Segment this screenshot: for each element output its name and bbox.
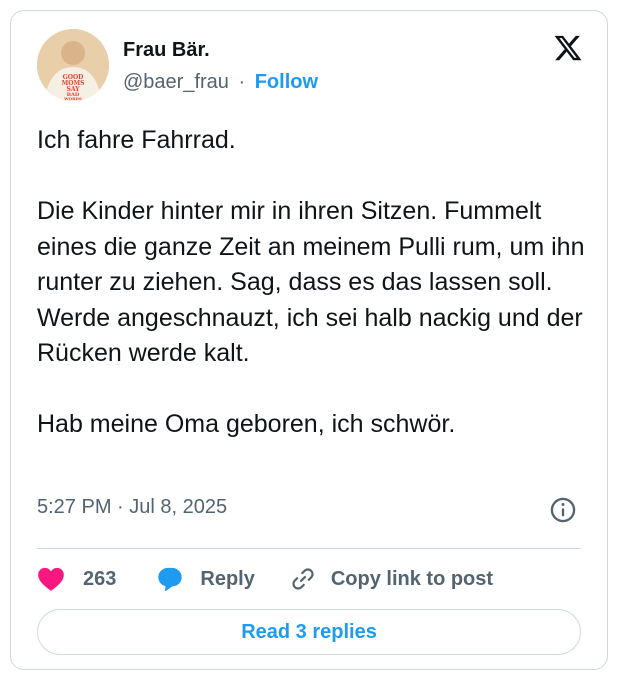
post-paragraph: Hab meine Oma geboren, ich schwör. [37, 410, 456, 438]
author-handle[interactable]: @baer_frau [123, 71, 229, 93]
post-paragraph: Ich fahre Fahrrad. [37, 126, 236, 154]
follow-button[interactable]: Follow [255, 71, 318, 93]
post-paragraph: Die Kinder hinter mir in ihren Sitzen. F… [37, 197, 585, 367]
like-button[interactable]: 263 [37, 566, 116, 592]
read-replies-button[interactable]: Read 3 replies [37, 609, 581, 655]
post-text: Ich fahre Fahrrad. Die Kinder hinter mir… [37, 123, 597, 443]
link-icon [292, 568, 314, 590]
reply-label: Reply [200, 567, 255, 590]
author-name[interactable]: Frau Bär. [123, 39, 210, 62]
info-icon[interactable] [549, 496, 577, 524]
divider [37, 548, 581, 549]
separator-dot: · [238, 71, 246, 93]
post-timestamp[interactable]: 5:27 PM · Jul 8, 2025 [37, 496, 227, 519]
like-count: 263 [83, 567, 117, 590]
reply-button[interactable]: Reply [156, 566, 255, 592]
x-logo-icon[interactable] [553, 33, 583, 63]
copy-link-button[interactable]: Copy link to post [289, 566, 493, 592]
avatar-shirt-text: WORDS [63, 96, 82, 101]
heart-icon [38, 567, 64, 591]
copy-link-label: Copy link to post [330, 567, 494, 590]
reply-bubble-icon [158, 567, 183, 592]
embedded-post-card: GOOD MOMS SAY BAD WORDS Frau Bär. @baer_… [10, 10, 608, 670]
avatar-image: GOOD MOMS SAY BAD WORDS [37, 29, 109, 101]
avatar[interactable]: GOOD MOMS SAY BAD WORDS [37, 29, 109, 101]
author-handle-row: @baer_frau · Follow [123, 71, 318, 94]
action-bar: 263 Reply Copy link to post [37, 563, 493, 595]
